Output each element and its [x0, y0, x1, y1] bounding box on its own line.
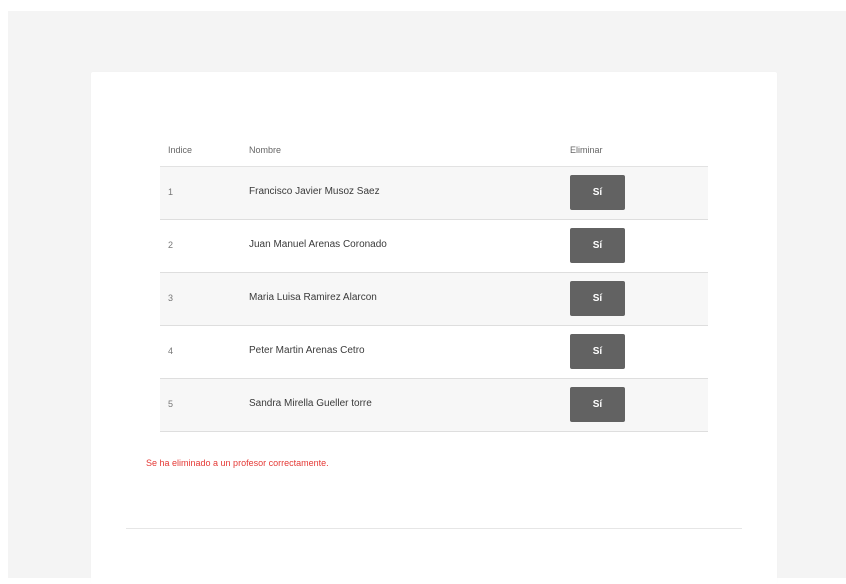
delete-button[interactable]: Sí	[570, 228, 625, 263]
row-index: 3	[168, 293, 174, 303]
page-background: Indice Nombre Eliminar 1 Francisco Javie…	[8, 11, 846, 584]
row-index: 1	[168, 187, 174, 197]
divider	[126, 528, 742, 529]
row-name: Juan Manuel Arenas Coronado	[249, 239, 387, 250]
table-row: 1 Francisco Javier Musoz Saez Sí	[160, 167, 708, 220]
row-name: Sandra Mirella Gueller torre	[249, 398, 372, 409]
row-name: Francisco Javier Musoz Saez	[249, 186, 380, 197]
table-row: 2 Juan Manuel Arenas Coronado Sí	[160, 220, 708, 273]
row-index: 5	[168, 399, 174, 409]
delete-button[interactable]: Sí	[570, 334, 625, 369]
professors-table: Indice Nombre Eliminar 1 Francisco Javie…	[160, 132, 708, 432]
row-index: 4	[168, 346, 174, 356]
delete-button[interactable]: Sí	[570, 281, 625, 316]
delete-button[interactable]: Sí	[570, 387, 625, 422]
header-delete: Eliminar	[570, 145, 603, 155]
row-name: Maria Luisa Ramirez Alarcon	[249, 292, 377, 303]
table-row: 4 Peter Martin Arenas Cetro Sí	[160, 326, 708, 379]
header-index: Indice	[168, 145, 193, 155]
table-row: 5 Sandra Mirella Gueller torre Sí	[160, 379, 708, 432]
table-row: 3 Maria Luisa Ramirez Alarcon Sí	[160, 273, 708, 326]
row-name: Peter Martin Arenas Cetro	[249, 345, 365, 356]
status-message: Se ha eliminado a un profesor correctame…	[146, 458, 329, 468]
header-name: Nombre	[249, 145, 282, 155]
delete-button[interactable]: Sí	[570, 175, 625, 210]
content-card: Indice Nombre Eliminar 1 Francisco Javie…	[91, 72, 777, 584]
table-header: Indice Nombre Eliminar	[160, 132, 708, 167]
row-index: 2	[168, 240, 174, 250]
